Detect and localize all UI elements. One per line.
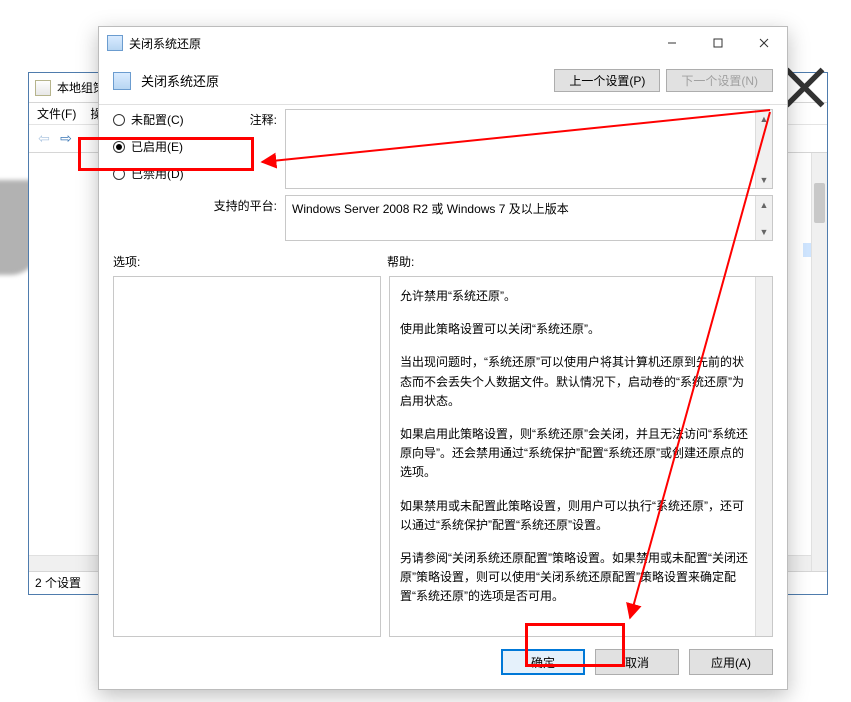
ok-button[interactable]: 确定	[501, 649, 585, 675]
dialog-buttons: 确定 取消 应用(A)	[99, 637, 787, 689]
comment-scrollbar[interactable]: ▲ ▼	[755, 110, 772, 188]
parent-close-button[interactable]	[782, 73, 827, 102]
policy-dialog: 关闭系统还原 关闭系统还原 上一个设置(P) 下一个设置(N) 未配置(C) 已…	[98, 26, 788, 690]
scroll-down-icon[interactable]: ▼	[756, 171, 772, 188]
comment-textbox[interactable]: ▲ ▼	[285, 109, 773, 189]
cancel-button[interactable]: 取消	[595, 649, 679, 675]
previous-setting-button[interactable]: 上一个设置(P)	[554, 69, 660, 92]
maximize-button[interactable]	[695, 28, 741, 58]
dialog-header: 关闭系统还原 上一个设置(P) 下一个设置(N)	[99, 59, 787, 105]
scroll-up-icon[interactable]: ▲	[756, 110, 772, 127]
platform-text: Windows Server 2008 R2 或 Windows 7 及以上版本	[292, 202, 569, 216]
document-icon	[35, 80, 51, 96]
dialog-header-title: 关闭系统还原	[141, 71, 219, 90]
radio-icon	[113, 141, 125, 153]
next-setting-button: 下一个设置(N)	[666, 69, 773, 92]
radio-label: 已启用(E)	[131, 138, 183, 155]
menu-file[interactable]: 文件(F)	[37, 105, 76, 122]
status-text: 2 个设置	[35, 574, 81, 591]
platform-textbox: Windows Server 2008 R2 或 Windows 7 及以上版本…	[285, 195, 773, 241]
policy-icon	[107, 35, 123, 51]
radio-not-configured[interactable]: 未配置(C)	[113, 111, 199, 128]
help-panel: 允许禁用“系统还原”。 使用此策略设置可以关闭“系统还原”。 当出现问题时，“系…	[389, 276, 773, 637]
apply-button[interactable]: 应用(A)	[689, 649, 773, 675]
radio-enabled[interactable]: 已启用(E)	[113, 138, 199, 155]
radio-group: 未配置(C) 已启用(E) 已禁用(D)	[113, 109, 199, 189]
options-panel	[113, 276, 381, 637]
platform-label: 支持的平台:	[207, 195, 277, 241]
window-controls	[649, 28, 787, 58]
dialog-titlebar[interactable]: 关闭系统还原	[99, 27, 787, 59]
dialog-body: 未配置(C) 已启用(E) 已禁用(D) 注释: ▲ ▼	[99, 105, 787, 637]
radio-label: 已禁用(D)	[131, 165, 184, 182]
help-text: 允许禁用“系统还原”。 使用此策略设置可以关闭“系统还原”。 当出现问题时，“系…	[400, 287, 748, 606]
policy-header-icon	[113, 72, 131, 90]
parent-vscrollbar[interactable]	[811, 153, 827, 571]
comment-label: 注释:	[207, 109, 277, 189]
options-label: 选项:	[113, 253, 387, 270]
back-icon[interactable]: ⇦	[35, 130, 53, 148]
radio-icon	[113, 114, 125, 126]
radio-icon	[113, 168, 125, 180]
help-label: 帮助:	[387, 253, 414, 270]
forward-icon[interactable]: ⇨	[57, 130, 75, 148]
scroll-up-icon[interactable]: ▲	[756, 196, 772, 213]
radio-label: 未配置(C)	[131, 111, 184, 128]
platform-scrollbar[interactable]: ▲ ▼	[755, 196, 772, 240]
scroll-down-icon[interactable]: ▼	[756, 223, 772, 240]
help-scrollbar[interactable]	[755, 277, 772, 636]
radio-disabled[interactable]: 已禁用(D)	[113, 165, 199, 182]
close-button[interactable]	[741, 28, 787, 58]
dialog-window-title: 关闭系统还原	[129, 35, 201, 52]
minimize-button[interactable]	[649, 28, 695, 58]
